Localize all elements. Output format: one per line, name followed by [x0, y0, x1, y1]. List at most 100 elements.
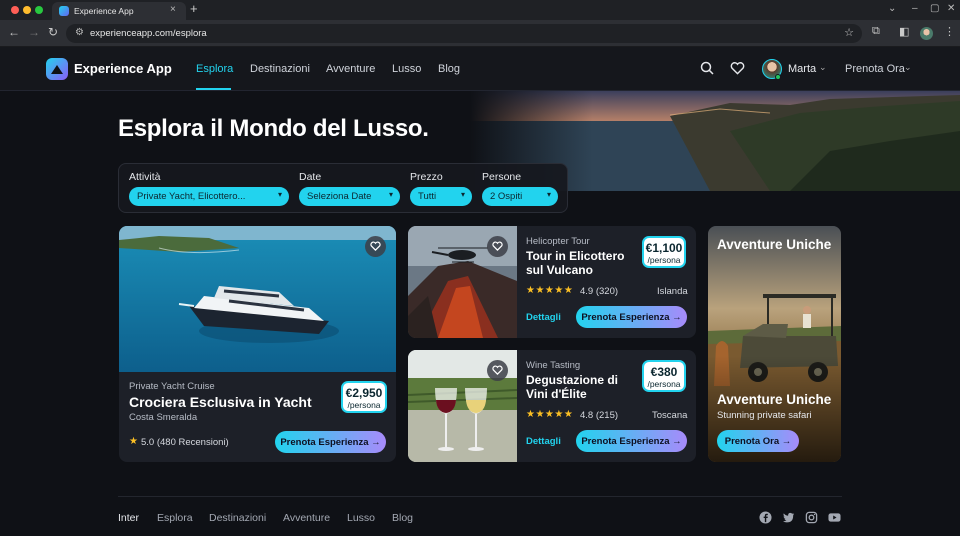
activity-select[interactable]: Private Yacht, Elicottero... ▾ [129, 187, 289, 206]
experience-title-line1[interactable]: Tour in Elicottero [526, 249, 624, 263]
nav-item-destinazioni[interactable]: Destinazioni [250, 63, 310, 75]
reload-icon[interactable]: ↻ [48, 25, 58, 39]
safari-image [708, 226, 841, 462]
heart-icon [492, 241, 503, 251]
tab-title: Experience App [74, 6, 134, 16]
browser-toolbar: ← → ↻ ⚙ experienceapp.com/esplora ☆ ⧉ ◧ … [0, 20, 960, 47]
chevron-down-icon: ▾ [546, 190, 551, 199]
experience-card-wine[interactable]: Wine Tasting Degustazione di Vini d'Élit… [408, 350, 696, 462]
unique-card-title[interactable]: Avventure Uniche [717, 392, 831, 408]
rating-text: 4.9 (320) [580, 286, 619, 297]
heart-icon [492, 365, 503, 375]
browser-profile-avatar[interactable] [920, 27, 933, 40]
experience-card-helicopter[interactable]: Helicopter Tour Tour in Elicottero sul V… [408, 226, 696, 338]
sidepanel-icon[interactable]: ◧ [899, 25, 909, 38]
date-select[interactable]: Seleziona Date ▾ [299, 187, 400, 206]
experience-category: Wine Tasting [526, 360, 581, 371]
experience-category: Private Yacht Cruise [129, 381, 215, 392]
price-badge: €2,950 /persona [341, 381, 387, 413]
site-info-icon[interactable]: ⚙ [75, 27, 84, 38]
footer-link-avventure[interactable]: Avventure [283, 512, 330, 524]
forward-icon[interactable]: → [28, 25, 40, 39]
tab-close-icon[interactable]: × [170, 4, 176, 15]
price-badge: €1,100 /persona [642, 236, 686, 268]
nav-item-blog[interactable]: Blog [438, 63, 460, 75]
app-logo-icon[interactable] [46, 58, 68, 80]
filter-label-date: Date [299, 171, 322, 183]
hero-title: Esplora il Mondo del Lusso. [118, 115, 429, 142]
facebook-icon[interactable] [759, 511, 772, 524]
user-menu-chevron-icon[interactable]: ⌄ [819, 62, 827, 73]
favorite-button[interactable] [487, 360, 508, 381]
nav-item-avventure[interactable]: Avventure [326, 63, 375, 75]
search-filter-panel: Attività Private Yacht, Elicottero... ▾ D… [118, 163, 568, 213]
rating-text: 4.8 (215) [580, 410, 619, 421]
browser-tab-bar: Experience App × + ⌄ – ▢ ✕ [0, 0, 960, 20]
book-now-button[interactable]: Prenota Ora → [717, 430, 799, 452]
price-select[interactable]: Tutti ▾ [410, 187, 472, 206]
footer-link-destinazioni[interactable]: Destinazioni [209, 512, 266, 524]
active-nav-underline [196, 88, 231, 90]
window-close-dot[interactable] [11, 6, 19, 14]
filter-label-activity: Attività [129, 171, 161, 183]
twitter-icon[interactable] [782, 511, 795, 524]
featured-experience-card[interactable]: Private Yacht Cruise Crociera Esclusiva … [119, 226, 396, 462]
book-experience-button[interactable]: Prenota Esperienza → [576, 430, 687, 452]
youtube-icon[interactable] [828, 511, 841, 524]
close-window-icon[interactable]: ✕ [947, 3, 955, 14]
new-tab-icon[interactable]: + [190, 1, 198, 16]
experience-location: Islanda [657, 286, 688, 297]
address-bar[interactable]: ⚙ experienceapp.com/esplora ☆ [66, 24, 862, 43]
extensions-icon[interactable]: ⧉ [872, 25, 880, 38]
instagram-icon[interactable] [805, 511, 818, 524]
experience-title[interactable]: Crociera Esclusiva in Yacht [129, 394, 312, 411]
filter-label-price: Prezzo [410, 171, 443, 183]
footer-link-inter[interactable]: Inter [118, 512, 139, 524]
browser-tab[interactable]: Experience App × [52, 2, 186, 20]
rating-stars-icon: ★★★★★ [526, 285, 574, 296]
search-icon[interactable] [700, 61, 714, 75]
maximize-icon[interactable]: ▢ [930, 3, 939, 14]
chevron-down-icon: ▾ [388, 190, 393, 199]
yacht-image [119, 226, 396, 372]
minimize-icon[interactable]: – [912, 3, 918, 14]
book-experience-button[interactable]: Prenota Esperienza → [576, 306, 687, 328]
unique-adventures-card[interactable]: Avventure Uniche Avventure Uniche Stunni… [708, 226, 841, 462]
window-minimize-dot[interactable] [23, 6, 31, 14]
back-icon[interactable]: ← [8, 25, 20, 39]
details-link[interactable]: Dettagli [526, 436, 561, 447]
footer-link-lusso[interactable]: Lusso [347, 512, 375, 524]
nav-item-lusso[interactable]: Lusso [392, 63, 421, 75]
app-logo-text[interactable]: Experience App [74, 61, 172, 76]
rating-text: 5.0 (480 Recensioni) [141, 437, 229, 448]
url-text[interactable]: experienceapp.com/esplora [90, 28, 207, 39]
browser-menu-icon[interactable]: ⋮ [944, 25, 955, 38]
online-status-dot [775, 74, 781, 80]
book-experience-button[interactable]: Prenota Esperienza → [275, 431, 386, 453]
experience-title-line2[interactable]: sul Vulcano [526, 263, 593, 277]
people-select[interactable]: 2 Ospiti ▾ [482, 187, 558, 206]
tab-favicon-icon [59, 6, 69, 16]
tab-search-icon[interactable]: ⌄ [888, 3, 896, 14]
details-link[interactable]: Dettagli [526, 312, 561, 323]
rating-stars-icon: ★★★★★ [526, 409, 574, 420]
user-name[interactable]: Marta [788, 63, 816, 75]
experience-location: Toscana [652, 410, 688, 421]
book-now-menu[interactable]: Prenota Ora [845, 63, 905, 75]
experience-title-line1[interactable]: Degustazione di [526, 373, 618, 387]
experience-category: Helicopter Tour [526, 236, 590, 247]
footer-link-esplora[interactable]: Esplora [157, 512, 193, 524]
favorite-button[interactable] [487, 236, 508, 257]
bookmark-star-icon[interactable]: ☆ [844, 26, 854, 39]
unique-card-subtitle: Stunning private safari [717, 410, 812, 421]
footer-link-blog[interactable]: Blog [392, 512, 413, 524]
window-zoom-dot[interactable] [35, 6, 43, 14]
experience-location: Costa Smeralda [129, 412, 198, 423]
book-menu-chevron-icon[interactable]: ⌄ [904, 62, 912, 73]
price-badge: €380 /persona [642, 360, 686, 392]
footer-divider [118, 496, 842, 497]
favorite-button[interactable] [365, 236, 386, 257]
nav-item-esplora[interactable]: Esplora [196, 63, 233, 75]
experience-title-line2[interactable]: Vini d'Élite [526, 387, 587, 401]
favorites-heart-icon[interactable] [730, 61, 745, 75]
